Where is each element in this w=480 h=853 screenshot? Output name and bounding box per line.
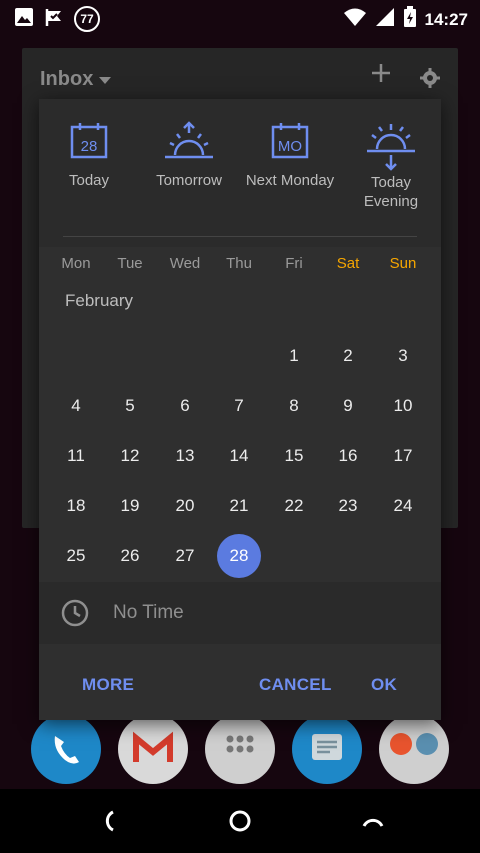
calendar-day[interactable]: 3 [381, 334, 425, 378]
inbox-title: Inbox [40, 68, 112, 91]
weekday-mon: Mon [61, 255, 91, 272]
gear-icon [420, 68, 440, 93]
home-icon[interactable] [228, 809, 252, 838]
calendar-day[interactable]: 9 [326, 384, 370, 428]
quick-option-label: Today Evening [363, 174, 419, 210]
quick-option-next-monday[interactable]: MO Next Monday [240, 121, 340, 190]
calendar-day[interactable]: 26 [108, 534, 152, 578]
wifi-icon [343, 7, 367, 32]
calendar-day[interactable]: 8 [272, 384, 316, 428]
signal-icon [375, 7, 395, 32]
more-button[interactable]: MORE [82, 675, 134, 695]
calendar-day[interactable]: 10 [381, 384, 425, 428]
time-label: No Time [113, 602, 184, 623]
dropdown-icon [99, 68, 112, 91]
weekday-sat: Sat [336, 255, 360, 272]
messages-app-icon [292, 714, 362, 784]
back-icon[interactable] [96, 809, 120, 838]
calendar-day[interactable]: 22 [272, 484, 316, 528]
calendar-day[interactable]: 13 [163, 434, 207, 478]
app-drawer-icon [205, 714, 275, 784]
calendar-day[interactable]: 5 [108, 384, 152, 428]
badge-77-icon: 77 [74, 6, 100, 32]
quick-option-today[interactable]: 28 Today [39, 121, 139, 190]
calendar-day[interactable]: 2 [326, 334, 370, 378]
quick-options-row: 28 Today Tomorrow MO Next Monday Today E… [39, 99, 441, 247]
calendar-day[interactable]: 6 [163, 384, 207, 428]
svg-text:MO: MO [278, 138, 302, 155]
divider [63, 236, 417, 237]
calendar-day[interactable]: 18 [54, 484, 98, 528]
svg-text:28: 28 [81, 138, 98, 155]
sunrise-icon [139, 121, 239, 161]
calendar-28-icon: 28 [39, 121, 139, 161]
battery-icon [403, 6, 417, 33]
calendar-day[interactable]: 23 [326, 484, 370, 528]
status-time: 14:27 [424, 9, 468, 29]
calendar-day[interactable]: 21 [217, 484, 261, 528]
calendar-day[interactable]: 11 [54, 434, 98, 478]
cancel-button[interactable]: CANCEL [259, 675, 332, 695]
phone-app-icon [31, 714, 101, 784]
calendar-day[interactable]: 19 [108, 484, 152, 528]
calendar-mo-icon: MO [240, 121, 340, 161]
gmail-app-icon [118, 714, 188, 784]
add-icon [370, 62, 392, 89]
calendar-day[interactable]: 16 [326, 434, 370, 478]
quick-option-today-evening[interactable]: Today Evening [341, 121, 441, 211]
quick-option-label: Next Monday [245, 172, 335, 189]
image-icon [14, 7, 34, 32]
time-selector[interactable]: No Time [39, 582, 441, 644]
snooze-date-picker-dialog: 28 Today Tomorrow MO Next Monday Today E… [39, 99, 441, 720]
browser-folder-icon [379, 714, 449, 784]
calendar-day[interactable]: 17 [381, 434, 425, 478]
weekday-thu: Thu [226, 255, 252, 272]
weekday-header: Mon Tue Wed Thu Fri Sat Sun [39, 247, 441, 281]
status-bar: 77 14:27 [0, 0, 480, 34]
calendar-day[interactable]: 12 [108, 434, 152, 478]
calendar-day[interactable]: 15 [272, 434, 316, 478]
weekday-fri: Fri [285, 255, 303, 272]
sunset-icon [341, 121, 441, 171]
calendar-day[interactable]: 24 [381, 484, 425, 528]
calendar-day[interactable]: 25 [54, 534, 98, 578]
calendar-day[interactable]: 20 [163, 484, 207, 528]
weekday-sun: Sun [389, 255, 417, 272]
ok-button[interactable]: OK [371, 675, 397, 695]
check-flag-icon [44, 7, 64, 32]
navigation-bar [0, 789, 480, 853]
recents-icon[interactable] [361, 809, 385, 838]
calendar-day[interactable]: 4 [54, 384, 98, 428]
weekday-tue: Tue [117, 255, 143, 272]
calendar-day[interactable]: 7 [217, 384, 261, 428]
clock-icon [61, 599, 89, 632]
month-label: February [65, 291, 134, 310]
calendar-day-selected[interactable]: 28 [217, 534, 261, 578]
quick-option-label: Tomorrow [156, 172, 222, 189]
quick-option-label: Today [68, 172, 110, 189]
quick-option-tomorrow[interactable]: Tomorrow [139, 121, 239, 190]
calendar-day[interactable]: 1 [272, 334, 316, 378]
calendar-day[interactable]: 14 [217, 434, 261, 478]
weekday-wed: Wed [169, 255, 201, 272]
calendar-day[interactable]: 27 [163, 534, 207, 578]
